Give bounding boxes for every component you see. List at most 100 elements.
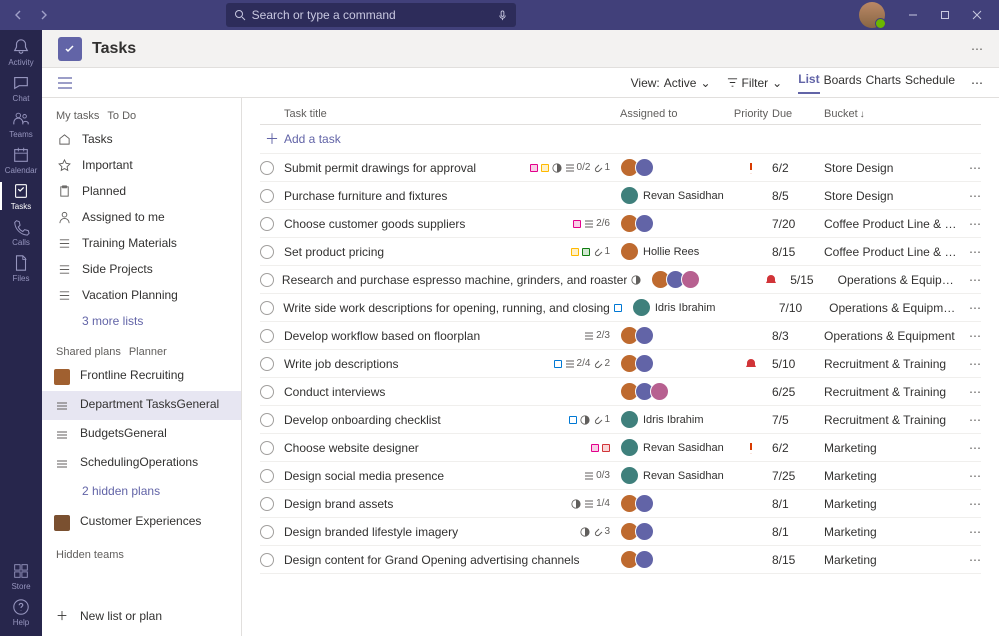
rail-teams[interactable]: Teams [0,106,42,142]
complete-checkbox[interactable] [260,273,274,287]
checklist-badge: 2/3 [584,330,610,341]
row-more-button[interactable]: ⋯ [959,497,981,511]
row-more-button[interactable]: ⋯ [961,273,981,287]
complete-checkbox[interactable] [260,357,274,371]
rail-help[interactable]: Help [0,594,42,630]
task-row[interactable]: Submit permit drawings for approval0/21 … [260,154,981,182]
nav-forward-button[interactable] [32,4,54,26]
row-more-button[interactable]: ⋯ [959,553,981,567]
sidebar-item-important[interactable]: Important [42,152,241,178]
minimize-button[interactable] [899,3,927,27]
sidebar-item-planned[interactable]: Planned [42,178,241,204]
complete-checkbox[interactable] [260,301,274,315]
hidden-plans-link[interactable]: 2 hidden plans [42,478,241,504]
sidebar-plan-budgets[interactable]: BudgetsGeneral [42,420,241,449]
toolbar-more-button[interactable]: ⋯ [971,76,983,90]
user-avatar[interactable] [859,2,885,28]
row-more-button[interactable]: ⋯ [959,441,981,455]
task-row[interactable]: Purchase furniture and fixtures Revan Sa… [260,182,981,210]
task-row[interactable]: Research and purchase espresso machine, … [260,266,981,294]
task-row[interactable]: Develop workflow based on floorplan2/3 8… [260,322,981,350]
due-date: 8/5 [772,189,824,203]
search-input[interactable] [252,8,491,22]
task-row[interactable]: Write job descriptions2/42 5/10 Recruitm… [260,350,981,378]
complete-checkbox[interactable] [260,189,274,203]
sidebar-item-assigned-to-me[interactable]: Assigned to me [42,204,241,230]
due-date: 7/10 [779,301,829,315]
search-box[interactable] [226,3,516,27]
complete-checkbox[interactable] [260,553,274,567]
complete-checkbox[interactable] [260,385,274,399]
hamburger-button[interactable] [58,77,78,89]
category-yellow-icon [541,164,549,172]
tab-list[interactable]: List [798,72,819,94]
rail-calls[interactable]: Calls [0,214,42,250]
column-bucket[interactable]: Bucket↓ [824,108,959,120]
task-row[interactable]: Design social media presence0/3 Revan Sa… [260,462,981,490]
tab-charts[interactable]: Charts [866,73,901,93]
complete-checkbox[interactable] [260,329,274,343]
row-more-button[interactable]: ⋯ [959,385,981,399]
task-row[interactable]: Design content for Grand Opening adverti… [260,546,981,574]
more-lists-link[interactable]: 3 more lists [42,308,241,334]
complete-checkbox[interactable] [260,245,274,259]
task-row[interactable]: Choose customer goods suppliers2/6 7/20 … [260,210,981,238]
sidebar-plan-customer-experiences[interactable]: Customer Experiences [42,508,241,537]
sidebar-item-side-projects[interactable]: Side Projects [42,256,241,282]
tab-boards[interactable]: Boards [824,73,862,93]
hidden-teams-link[interactable]: Hidden teams [42,537,241,573]
row-more-button[interactable]: ⋯ [959,245,981,259]
task-row[interactable]: Design brand assets1/4 8/1 Marketing ⋯ [260,490,981,518]
task-row[interactable]: Choose website designer Revan Sasidhan 6… [260,434,981,462]
row-more-button[interactable]: ⋯ [959,329,981,343]
complete-checkbox[interactable] [260,441,274,455]
complete-checkbox[interactable] [260,469,274,483]
sidebar-item-vacation-planning[interactable]: Vacation Planning [42,282,241,308]
close-button[interactable] [963,3,991,27]
row-more-button[interactable]: ⋯ [959,189,981,203]
complete-checkbox[interactable] [260,217,274,231]
column-title[interactable]: Task title [284,108,620,120]
tab-schedule[interactable]: Schedule [905,73,955,93]
sidebar-plan-department-tasks[interactable]: Department TasksGeneral [42,391,241,420]
teams-icon [12,110,30,128]
calendar-icon [12,146,30,164]
row-more-button[interactable]: ⋯ [960,301,981,315]
header-more-button[interactable]: ⋯ [971,42,983,56]
complete-checkbox[interactable] [260,497,274,511]
maximize-button[interactable] [931,3,959,27]
rail-tasks[interactable]: Tasks [0,178,42,214]
new-list-button[interactable]: ＋ New list or plan [42,595,241,636]
task-row[interactable]: Conduct interviews 6/25 Recruitment & Tr… [260,378,981,406]
row-more-button[interactable]: ⋯ [959,413,981,427]
row-more-button[interactable]: ⋯ [959,525,981,539]
row-more-button[interactable]: ⋯ [959,469,981,483]
row-more-button[interactable]: ⋯ [959,357,981,371]
column-assigned[interactable]: Assigned to [620,108,730,120]
complete-checkbox[interactable] [260,161,274,175]
task-row[interactable]: Develop onboarding checklist1 Idris Ibra… [260,406,981,434]
task-row[interactable]: Design branded lifestyle imagery3 8/1 Ma… [260,518,981,546]
complete-checkbox[interactable] [260,413,274,427]
sidebar-plan-scheduling[interactable]: SchedulingOperations [42,449,241,478]
task-row[interactable]: Write side work descriptions for opening… [260,294,981,322]
sidebar-item-tasks[interactable]: Tasks [42,126,241,152]
rail-chat[interactable]: Chat [0,70,42,106]
rail-store[interactable]: Store [0,558,42,594]
filter-button[interactable]: Filter ⌄ [727,76,783,90]
column-priority[interactable]: Priority [730,108,772,120]
task-row[interactable]: Set product pricing1 Hollie Rees 8/15 Co… [260,238,981,266]
rail-files[interactable]: Files [0,250,42,286]
rail-calendar[interactable]: Calendar [0,142,42,178]
nav-back-button[interactable] [8,4,30,26]
row-more-button[interactable]: ⋯ [959,161,981,175]
add-task-row[interactable]: ＋ Add a task [260,125,981,154]
rail-activity[interactable]: Activity [0,34,42,70]
mic-icon[interactable] [497,10,508,21]
view-dropdown[interactable]: View: Active ⌄ [631,76,711,90]
complete-checkbox[interactable] [260,525,274,539]
row-more-button[interactable]: ⋯ [959,217,981,231]
column-due[interactable]: Due [772,108,824,120]
sidebar-plan-frontline-recruiting[interactable]: Frontline Recruiting [42,362,241,391]
sidebar-item-training-materials[interactable]: Training Materials [42,230,241,256]
